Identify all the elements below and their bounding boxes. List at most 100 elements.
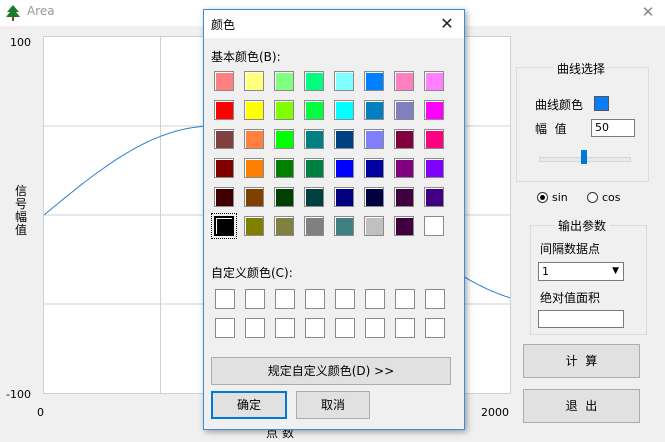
basic-color-swatch[interactable]	[214, 158, 234, 178]
exit-button[interactable]: 退 出	[523, 389, 640, 423]
dialog-title-bar: 颜色 ✕	[204, 10, 464, 38]
window-title: Area	[27, 4, 55, 18]
cos-radio-label[interactable]: cos	[602, 191, 621, 204]
custom-color-swatch[interactable]	[275, 289, 295, 309]
color-dialog: 颜色 ✕ 基本颜色(B): 自定义颜色(C): 规定自定义颜色(D) >> 确定…	[203, 9, 465, 430]
basic-color-swatch[interactable]	[394, 71, 414, 91]
basic-color-swatch[interactable]	[334, 100, 354, 120]
custom-colors-label: 自定义颜色(C):	[211, 266, 293, 280]
basic-color-swatch[interactable]	[364, 187, 384, 207]
basic-color-swatch[interactable]	[244, 129, 264, 149]
basic-color-swatch[interactable]	[334, 187, 354, 207]
curve-color-swatch[interactable]	[594, 96, 609, 111]
dialog-close-button[interactable]: ✕	[434, 12, 460, 36]
x-min-label: 0	[37, 406, 44, 419]
basic-color-swatch[interactable]	[274, 216, 294, 236]
amplitude-slider-thumb[interactable]	[581, 150, 587, 164]
chevron-down-icon[interactable]: ▼	[612, 263, 619, 280]
basic-color-swatch[interactable]	[334, 129, 354, 149]
basic-color-swatch[interactable]	[424, 100, 444, 120]
custom-color-swatch[interactable]	[245, 289, 265, 309]
basic-color-swatch[interactable]	[394, 158, 414, 178]
basic-color-swatch[interactable]	[334, 158, 354, 178]
basic-color-swatch[interactable]	[214, 71, 234, 91]
basic-color-swatch[interactable]	[364, 71, 384, 91]
amplitude-input[interactable]: 50	[591, 119, 635, 137]
basic-color-swatch[interactable]	[214, 129, 234, 149]
custom-color-swatch[interactable]	[215, 289, 235, 309]
basic-color-swatch[interactable]	[394, 216, 414, 236]
basic-color-swatch[interactable]	[274, 71, 294, 91]
basic-color-swatch[interactable]	[394, 187, 414, 207]
basic-color-swatch[interactable]	[274, 129, 294, 149]
custom-color-swatch[interactable]	[365, 289, 385, 309]
y-min-label: -100	[6, 388, 31, 401]
basic-color-swatch[interactable]	[304, 100, 324, 120]
interval-combobox[interactable]: 1 ▼	[538, 262, 624, 281]
custom-color-swatch[interactable]	[395, 318, 415, 338]
basic-color-swatch[interactable]	[334, 216, 354, 236]
ok-button[interactable]: 确定	[211, 391, 287, 419]
custom-color-swatch[interactable]	[305, 289, 325, 309]
basic-color-swatch[interactable]	[424, 158, 444, 178]
area-output-field[interactable]	[538, 310, 624, 328]
interval-value: 1	[542, 265, 549, 278]
calculate-button[interactable]: 计 算	[523, 344, 640, 378]
basic-color-swatch[interactable]	[214, 100, 234, 120]
basic-color-swatch[interactable]	[274, 100, 294, 120]
amplitude-label: 幅 值	[535, 122, 567, 136]
y-axis-label: 信号幅值	[14, 184, 27, 237]
basic-color-swatch[interactable]	[274, 187, 294, 207]
cos-radio[interactable]	[587, 192, 598, 203]
sin-radio-label[interactable]: sin	[552, 191, 568, 204]
y-max-label: 100	[10, 36, 31, 49]
output-params-title: 输出参数	[554, 217, 611, 234]
custom-color-swatch[interactable]	[425, 318, 445, 338]
basic-color-swatch[interactable]	[364, 158, 384, 178]
basic-color-swatch[interactable]	[244, 71, 264, 91]
basic-color-swatch[interactable]	[244, 216, 264, 236]
cancel-button[interactable]: 取消	[296, 391, 370, 419]
basic-color-swatch[interactable]	[304, 216, 324, 236]
basic-color-swatch[interactable]	[304, 187, 324, 207]
area-label: 绝对值面积	[540, 291, 601, 305]
custom-color-swatch[interactable]	[335, 289, 355, 309]
define-custom-colors-button[interactable]: 规定自定义颜色(D) >>	[211, 357, 451, 385]
x-max-label: 2000	[481, 406, 509, 419]
custom-color-swatch[interactable]	[215, 318, 235, 338]
basic-color-swatch[interactable]	[244, 187, 264, 207]
basic-color-swatch[interactable]	[364, 216, 384, 236]
basic-color-swatch[interactable]	[274, 158, 294, 178]
basic-color-swatch[interactable]	[394, 129, 414, 149]
custom-color-swatch[interactable]	[365, 318, 385, 338]
sin-radio[interactable]	[537, 192, 548, 203]
basic-color-swatch[interactable]	[364, 129, 384, 149]
basic-colors-label: 基本颜色(B):	[211, 50, 281, 64]
basic-color-swatch[interactable]	[214, 187, 234, 207]
basic-color-swatch[interactable]	[304, 129, 324, 149]
basic-color-swatch[interactable]	[424, 129, 444, 149]
basic-color-swatch[interactable]	[364, 100, 384, 120]
tree-icon	[6, 5, 20, 21]
curve-color-label: 曲线颜色	[535, 98, 584, 112]
custom-color-swatch[interactable]	[305, 318, 325, 338]
basic-color-swatch[interactable]	[304, 158, 324, 178]
custom-color-swatch[interactable]	[395, 289, 415, 309]
basic-color-swatch[interactable]	[394, 100, 414, 120]
interval-label: 间隔数据点	[540, 242, 601, 256]
dialog-title: 颜色	[211, 18, 236, 32]
basic-color-swatch[interactable]	[424, 216, 444, 236]
basic-color-swatch[interactable]	[424, 187, 444, 207]
curve-select-title: 曲线选择	[553, 60, 610, 77]
custom-color-swatch[interactable]	[245, 318, 265, 338]
basic-color-swatch[interactable]	[304, 71, 324, 91]
custom-color-swatch[interactable]	[275, 318, 295, 338]
basic-color-swatch[interactable]	[334, 71, 354, 91]
custom-color-swatch[interactable]	[335, 318, 355, 338]
basic-color-swatch[interactable]	[211, 213, 237, 239]
basic-color-swatch[interactable]	[424, 71, 444, 91]
close-window-button[interactable]: ✕	[633, 1, 663, 25]
basic-color-swatch[interactable]	[244, 158, 264, 178]
custom-color-swatch[interactable]	[425, 289, 445, 309]
basic-color-swatch[interactable]	[244, 100, 264, 120]
